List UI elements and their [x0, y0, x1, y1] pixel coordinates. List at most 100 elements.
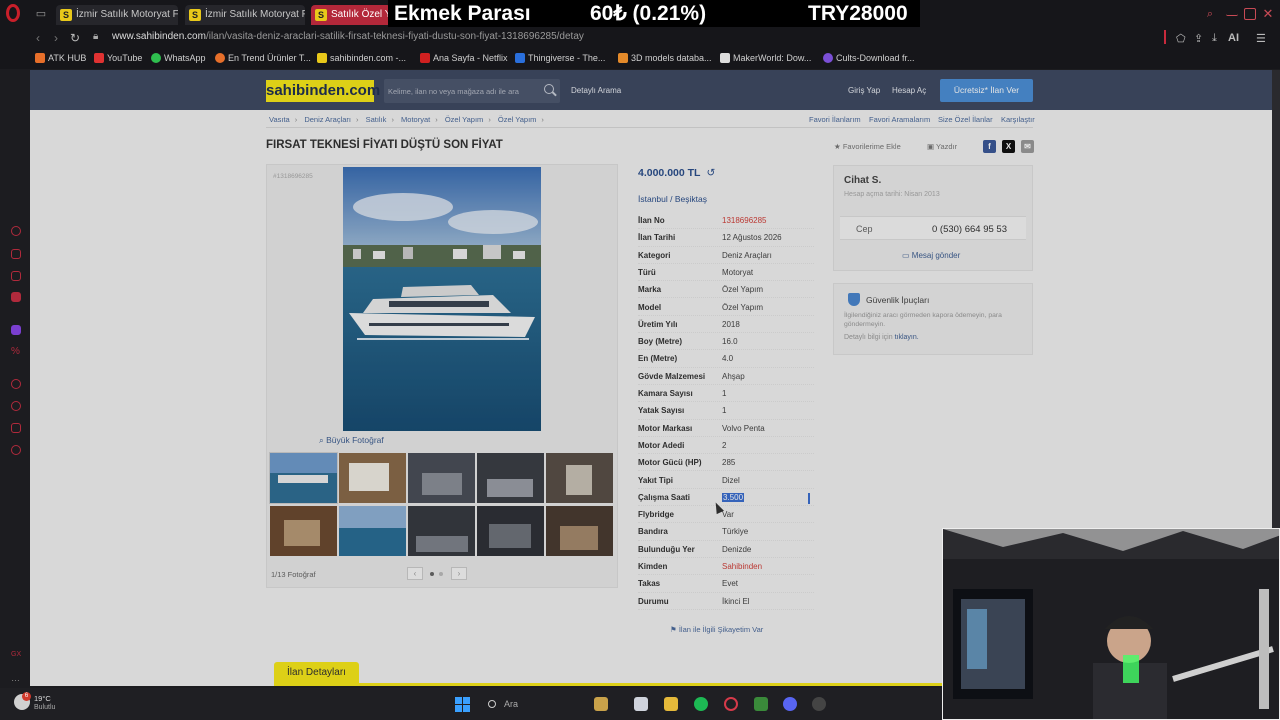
- weather-condition[interactable]: Bulutlu: [34, 704, 55, 711]
- app-icon[interactable]: [812, 697, 826, 711]
- thumbnail[interactable]: [339, 453, 406, 503]
- opera-gx-icon[interactable]: [724, 697, 738, 711]
- thumbnail[interactable]: [270, 506, 337, 556]
- gx-control-icon[interactable]: [11, 226, 21, 236]
- login-link[interactable]: Giriş Yap: [848, 86, 880, 95]
- discord-icon[interactable]: [783, 697, 797, 711]
- close-window-icon[interactable]: ✕: [1262, 7, 1274, 20]
- spotify-icon[interactable]: [694, 697, 708, 711]
- page-dot-active[interactable]: [430, 572, 434, 576]
- next-page-button[interactable]: ›: [451, 567, 467, 580]
- menu-icon[interactable]: ☰: [1256, 32, 1266, 45]
- seller-name[interactable]: Cihat S.: [844, 175, 881, 186]
- extensions-icon[interactable]: [11, 423, 21, 433]
- gx-icon[interactable]: GX: [11, 651, 21, 661]
- download-icon[interactable]: ⤓: [1212, 32, 1217, 45]
- big-photo-link[interactable]: ⌕ Büyük Fotoğraf: [319, 435, 384, 446]
- tab-satilik-ozel-yapim[interactable]: S Satılık Özel Yap: [311, 5, 391, 25]
- breadcrumb-item[interactable]: Motoryat: [401, 115, 430, 124]
- aria-ai-button[interactable]: AI: [1228, 32, 1239, 44]
- file-explorer-icon[interactable]: [664, 697, 678, 711]
- reload-icon[interactable]: ↻: [70, 31, 80, 45]
- search-icon[interactable]: [544, 84, 554, 94]
- bookmark-youtube[interactable]: YouTube: [94, 53, 142, 63]
- breadcrumb-item[interactable]: Özel Yapım: [445, 115, 484, 124]
- spec-value[interactable]: Sahibinden: [722, 562, 762, 571]
- history-icon[interactable]: [11, 401, 21, 411]
- thumbnail[interactable]: [408, 506, 475, 556]
- send-message-link[interactable]: ▭ Mesaj gönder: [902, 251, 960, 260]
- task-view-icon[interactable]: [634, 697, 648, 711]
- favorite-listings-link[interactable]: Favori İlanlarım: [809, 115, 861, 124]
- settings-gear-icon[interactable]: [11, 445, 21, 455]
- bookmark-sahibinden[interactable]: sahibinden.com -...: [317, 53, 406, 63]
- compare-link[interactable]: Karşılaştır: [1001, 115, 1035, 124]
- print-button[interactable]: ▣ Yazdır: [927, 142, 957, 151]
- tab-izmir-motoryat-2[interactable]: S İzmir Satılık Motoryat Fiyatl: [185, 5, 305, 25]
- twitch-icon[interactable]: [11, 325, 21, 335]
- thumbnail[interactable]: [269, 452, 338, 504]
- thumbnail[interactable]: [546, 506, 613, 556]
- breadcrumb-item[interactable]: Özel Yapım: [498, 115, 537, 124]
- forward-icon[interactable]: ›: [54, 31, 58, 45]
- search-input[interactable]: [388, 82, 536, 100]
- breadcrumb-item[interactable]: Vasıta: [269, 115, 290, 124]
- snapshot-icon[interactable]: ⬠: [1176, 32, 1186, 45]
- bookmark-whatsapp[interactable]: WhatsApp: [151, 53, 206, 63]
- post-ad-button[interactable]: Ücretsiz* İlan Ver: [940, 79, 1033, 102]
- url-field[interactable]: www.sahibinden.com/ilan/vasita-deniz-ara…: [112, 31, 584, 42]
- location-district-link[interactable]: Beşiktaş: [675, 194, 707, 204]
- player-icon[interactable]: [11, 379, 21, 389]
- location-city-link[interactable]: İstanbul: [638, 194, 668, 204]
- tab-izmir-motoryat-1[interactable]: S İzmir Satılık Motoryat Fiyatl: [56, 5, 178, 25]
- back-icon[interactable]: ‹: [36, 31, 40, 45]
- tab-listing-details[interactable]: İlan Detayları: [274, 662, 359, 684]
- minimize-icon[interactable]: [1226, 8, 1238, 16]
- breadcrumb-item[interactable]: Satılık: [366, 115, 387, 124]
- breadcrumb-item[interactable]: Deniz Araçları: [304, 115, 351, 124]
- bookmark-3d-models[interactable]: 3D models databa...: [618, 53, 712, 63]
- bookmark-thingiverse[interactable]: Thingiverse - The...: [515, 53, 605, 63]
- taskbar-search[interactable]: Ara: [486, 695, 586, 713]
- share-icon[interactable]: ⇪: [1194, 32, 1203, 45]
- hot-tabs-icon[interactable]: [11, 271, 21, 281]
- security-more-link[interactable]: tıklayın.: [895, 334, 919, 341]
- prev-page-button[interactable]: ‹: [407, 567, 423, 580]
- percent-icon[interactable]: %: [11, 347, 21, 357]
- recommended-listings-link[interactable]: Size Özel İlanlar: [938, 115, 993, 124]
- facebook-share-icon[interactable]: f: [983, 140, 996, 153]
- register-link[interactable]: Hesap Aç: [892, 86, 926, 95]
- price-history-icon[interactable]: ↺: [706, 167, 715, 179]
- weather-temperature[interactable]: 19°C: [34, 694, 51, 703]
- widgets-app-icon[interactable]: [594, 697, 608, 711]
- detailed-search-link[interactable]: Detaylı Arama: [571, 86, 621, 95]
- windows-start-icon[interactable]: [455, 697, 470, 712]
- thumbnail[interactable]: [408, 453, 475, 503]
- more-icon[interactable]: …: [11, 673, 21, 683]
- bookmark-en-trend[interactable]: En Trend Ürünler T...: [215, 53, 311, 63]
- favorite-searches-link[interactable]: Favori Aramalarım: [869, 115, 930, 124]
- bookmark-cults[interactable]: Cults-Download fr...: [823, 53, 915, 63]
- thumbnail[interactable]: [477, 453, 544, 503]
- sahibinden-logo[interactable]: sahibinden.com: [266, 80, 380, 102]
- search-tabs-icon[interactable]: ⌕: [1204, 8, 1216, 20]
- phone-number[interactable]: 0 (530) 664 95 53: [932, 224, 1007, 235]
- thumbnail[interactable]: [477, 506, 544, 556]
- x-share-icon[interactable]: X: [1002, 140, 1015, 153]
- page-dot[interactable]: [439, 572, 443, 576]
- add-favorite-button[interactable]: ★ Favorilerime Ekle: [834, 142, 901, 151]
- opera-gx-logo-icon[interactable]: [6, 4, 20, 22]
- maximize-icon[interactable]: [1244, 8, 1256, 20]
- music-icon[interactable]: [11, 292, 21, 302]
- bookmark-makerworld[interactable]: MakerWorld: Dow...: [720, 53, 811, 63]
- report-listing-link[interactable]: ⚑ İlan ile İlgili Şikayetim Var: [670, 625, 763, 634]
- workspace-icon[interactable]: ▭: [35, 8, 47, 20]
- thumbnail[interactable]: [339, 506, 406, 556]
- bookmark-atk-hub[interactable]: ATK HUB: [35, 53, 86, 63]
- main-photo[interactable]: [343, 167, 541, 431]
- game-launcher-icon[interactable]: [754, 697, 768, 711]
- gx-corner-icon[interactable]: [11, 249, 21, 259]
- spec-value[interactable]: 1318696285: [722, 216, 767, 225]
- thumbnail[interactable]: [546, 453, 613, 503]
- email-share-icon[interactable]: ✉: [1021, 140, 1034, 153]
